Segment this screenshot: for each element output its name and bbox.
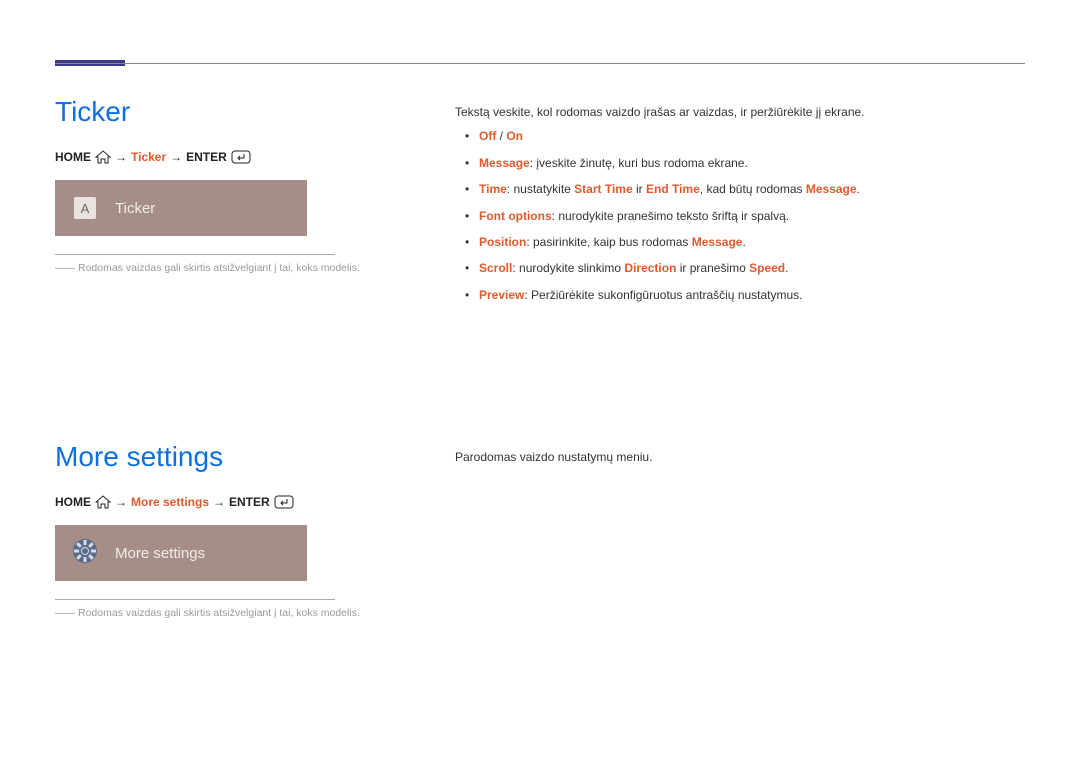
t: . [857, 182, 860, 196]
breadcrumb-more-settings: HOME → More settings → ENTER [55, 495, 395, 509]
off-label: Off [479, 129, 496, 143]
font-options-label: Font options [479, 209, 552, 223]
intro-text-ticker: Tekstą veskite, kol rodomas vaizdo įraša… [455, 102, 1025, 122]
arrow-icon: → [115, 495, 127, 509]
font-text: : nurodykite pranešimo teksto šriftą ir … [552, 209, 789, 223]
footnote-text: Rodomas vaizdas gali skirtis atsižvelgia… [78, 607, 360, 619]
breadcrumb-enter-label: ENTER [186, 150, 227, 164]
on-label: On [506, 129, 523, 143]
enter-icon [274, 495, 294, 509]
t: : nustatykite [507, 182, 574, 196]
t: ir [633, 182, 646, 196]
msg-label: Message [692, 235, 743, 249]
footnote-text: Rodomas vaizdas gali skirtis atsižvelgia… [78, 262, 360, 274]
direction-label: Direction [624, 261, 676, 275]
enter-icon [231, 150, 251, 164]
list-item: Time: nustatykite Start Time ir End Time… [455, 179, 1025, 199]
ticker-options-list: Off / On Message: įveskite žinutę, kuri … [455, 126, 1025, 305]
t: : pasirinkite, kaip bus rodomas [526, 235, 691, 249]
msg-label: Message [806, 182, 857, 196]
message-label: Message [479, 156, 530, 170]
list-item: Off / On [455, 126, 1025, 146]
list-item: Font options: nurodykite pranešimo tekst… [455, 206, 1025, 226]
end-time-label: End Time [646, 182, 700, 196]
message-text: : įveskite žinutę, kuri bus rodoma ekran… [530, 156, 748, 170]
list-item: Scroll: nurodykite slinkimo Direction ir… [455, 258, 1025, 278]
tile-icon-box [71, 539, 99, 567]
breadcrumb-home-label: HOME [55, 150, 91, 164]
tile-label: Ticker [115, 200, 155, 217]
time-label: Time [479, 182, 507, 196]
home-icon [95, 150, 111, 164]
t: , kad būtų rodomas [700, 182, 806, 196]
preview-label: Preview [479, 288, 524, 302]
t: ir pranešimo [676, 261, 749, 275]
arrow-icon: → [170, 150, 182, 164]
list-item: Message: įveskite žinutę, kuri bus rodom… [455, 153, 1025, 173]
tile-ticker: A Ticker [55, 180, 307, 236]
intro-text-more-settings: Parodomas vaizdo nustatymų meniu. [455, 447, 1025, 467]
gear-icon [71, 537, 99, 570]
divider [55, 254, 335, 255]
list-item: Preview: Peržiūrėkite sukonfigūruotus an… [455, 285, 1025, 305]
top-rule [55, 60, 1025, 66]
preview-text: : Peržiūrėkite sukonfigūruotus antraščių… [524, 288, 802, 302]
t: . [742, 235, 745, 249]
footnote-ticker: ――Rodomas vaizdas gali skirtis atsižvelg… [55, 261, 395, 276]
speed-label: Speed [749, 261, 785, 275]
section-title-more-settings: More settings [55, 441, 395, 473]
t: . [785, 261, 788, 275]
breadcrumb-item: More settings [131, 495, 209, 509]
breadcrumb-home-label: HOME [55, 495, 91, 509]
letter-a-icon: A [74, 197, 96, 219]
start-time-label: Start Time [574, 182, 632, 196]
breadcrumb-enter-label: ENTER [229, 495, 270, 509]
arrow-icon: → [213, 495, 225, 509]
scroll-label: Scroll [479, 261, 512, 275]
section-title-ticker: Ticker [55, 96, 395, 128]
breadcrumb-item: Ticker [131, 150, 166, 164]
sep: / [496, 129, 506, 143]
tile-label: More settings [115, 545, 205, 562]
footnote-more-settings: ――Rodomas vaizdas gali skirtis atsižvelg… [55, 606, 395, 621]
arrow-icon: → [115, 150, 127, 164]
divider [55, 599, 335, 600]
tile-icon-box: A [71, 194, 99, 222]
list-item: Position: pasirinkite, kaip bus rodomas … [455, 232, 1025, 252]
position-label: Position [479, 235, 526, 249]
home-icon [95, 495, 111, 509]
breadcrumb-ticker: HOME → Ticker → ENTER [55, 150, 395, 164]
tile-more-settings: More settings [55, 525, 307, 581]
t: : nurodykite slinkimo [512, 261, 624, 275]
